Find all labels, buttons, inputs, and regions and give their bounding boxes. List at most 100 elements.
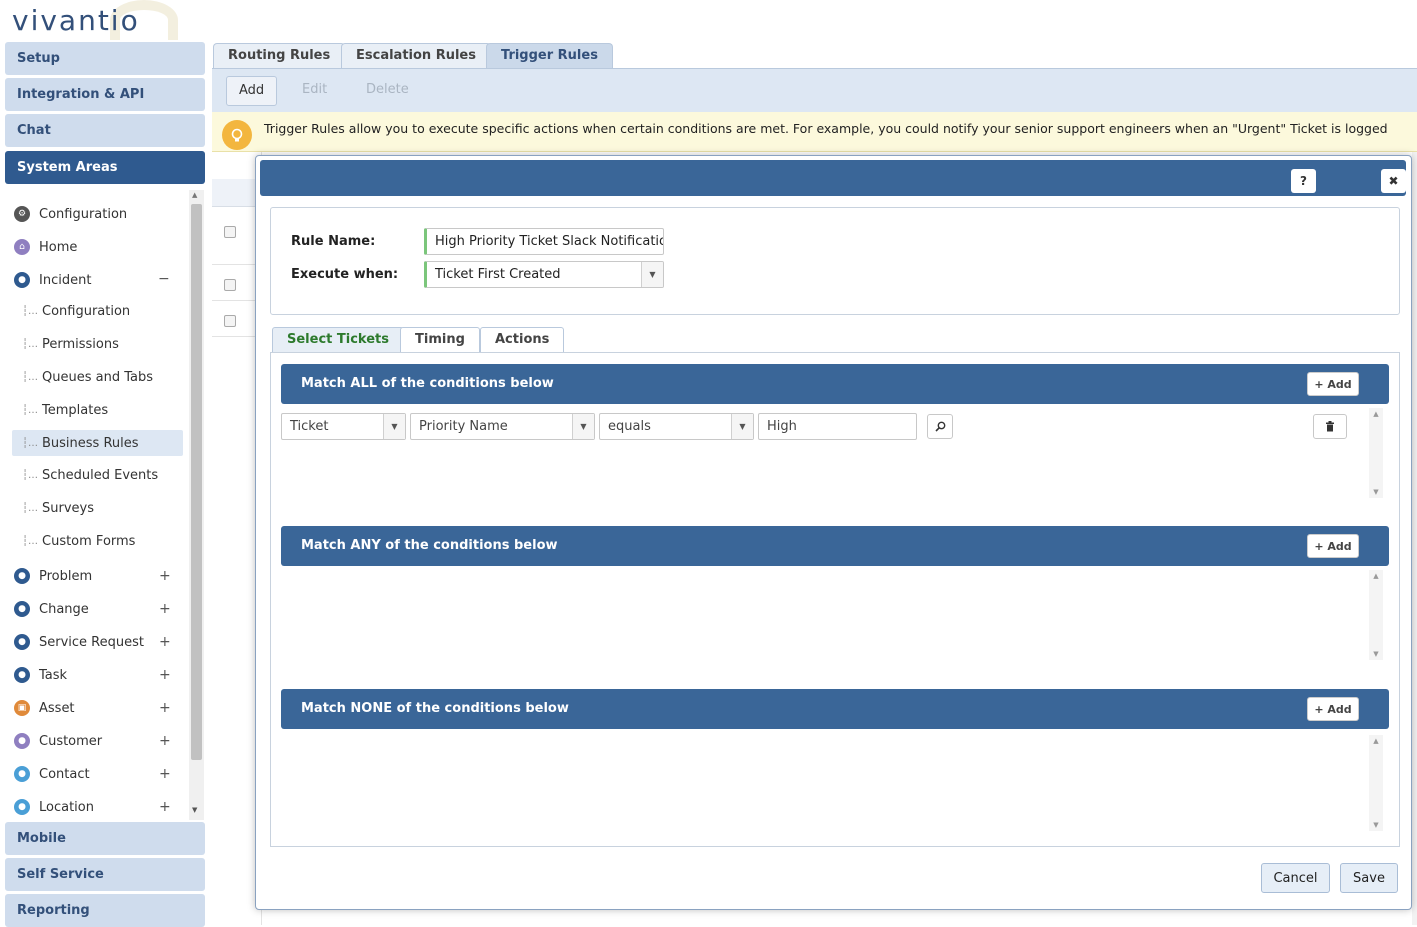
- tree-item-incident[interactable]: ● Incident: [14, 267, 174, 293]
- scroll-down-icon[interactable]: ▼: [192, 806, 197, 814]
- tree-item-home[interactable]: ⌂ Home: [14, 234, 77, 260]
- tab-select-tickets[interactable]: Select Tickets: [272, 327, 404, 353]
- add-all-condition-button[interactable]: + Add: [1307, 372, 1359, 396]
- nav-system-areas[interactable]: System Areas: [5, 151, 205, 184]
- rule-details: Rule Name: High Priority Ticket Slack No…: [270, 207, 1400, 315]
- nav-reporting[interactable]: Reporting: [5, 894, 205, 927]
- match-any-scrollbar[interactable]: ▲ ▼: [1369, 570, 1383, 660]
- match-none-scrollbar[interactable]: ▲ ▼: [1369, 735, 1383, 831]
- tree-item-asset[interactable]: ▣ Asset: [14, 695, 75, 721]
- right-edge: [1412, 152, 1417, 925]
- trigger-rule-dialog: ? ✖ Rule Name: High Priority Ticket Slac…: [255, 155, 1412, 910]
- info-banner: Trigger Rules allow you to execute speci…: [212, 112, 1417, 152]
- tree-item-surveys[interactable]: ┆… Surveys: [22, 495, 94, 521]
- home-icon: ⌂: [14, 239, 30, 255]
- tree-item-location[interactable]: ● Location: [14, 794, 94, 820]
- tree-item-task[interactable]: ● Task: [14, 662, 67, 688]
- scroll-down-icon[interactable]: ▼: [1369, 650, 1383, 658]
- execute-when-select[interactable]: Ticket First Created ▼: [424, 261, 664, 288]
- scroll-down-icon[interactable]: ▼: [1369, 821, 1383, 829]
- tree-item-configuration[interactable]: ⚙ Configuration: [14, 201, 127, 227]
- match-all-scrollbar[interactable]: ▲ ▼: [1369, 408, 1383, 498]
- condition-value-input[interactable]: High: [758, 413, 917, 440]
- cancel-button[interactable]: Cancel: [1261, 863, 1330, 893]
- tab-escalation-rules[interactable]: Escalation Rules: [341, 43, 491, 69]
- tree-connector-icon: ┆…: [22, 469, 39, 481]
- tree-item-incident-configuration[interactable]: ┆… Configuration: [22, 298, 130, 324]
- row-checkbox[interactable]: [224, 315, 236, 327]
- save-button[interactable]: Save: [1340, 863, 1398, 893]
- condition-operator-select[interactable]: equals ▼: [599, 413, 754, 440]
- chevron-down-icon[interactable]: ▼: [731, 414, 753, 439]
- add-any-condition-button[interactable]: + Add: [1307, 534, 1359, 558]
- asset-icon: ▣: [14, 700, 30, 716]
- add-none-condition-button[interactable]: + Add: [1307, 697, 1359, 721]
- scroll-down-icon[interactable]: ▼: [1369, 488, 1383, 496]
- tree-item-contact[interactable]: ● Contact: [14, 761, 90, 787]
- delete-button[interactable]: Delete: [354, 76, 421, 106]
- tree-item-custom-forms[interactable]: ┆… Custom Forms: [22, 528, 135, 554]
- nav-mobile[interactable]: Mobile: [5, 822, 205, 855]
- tree-item-change[interactable]: ● Change: [14, 596, 89, 622]
- collapse-incident-icon[interactable]: −: [158, 271, 170, 287]
- toolbar: Add Edit Delete: [212, 68, 1417, 112]
- chevron-down-icon[interactable]: ▼: [572, 414, 594, 439]
- expand-task-icon[interactable]: +: [159, 667, 171, 683]
- tree-item-problem[interactable]: ● Problem: [14, 563, 92, 589]
- nav-setup[interactable]: Setup: [5, 42, 205, 75]
- tree-connector-icon: ┆…: [22, 437, 39, 449]
- match-all-header: Match ALL of the conditions below + Add: [281, 364, 1389, 404]
- tab-timing[interactable]: Timing: [400, 327, 480, 353]
- edit-button[interactable]: Edit: [290, 76, 339, 106]
- nav-integration-api[interactable]: Integration & API: [5, 78, 205, 111]
- tree-connector-icon: ┆…: [22, 305, 39, 317]
- tab-trigger-rules[interactable]: Trigger Rules: [486, 43, 613, 69]
- expand-customer-icon[interactable]: +: [159, 733, 171, 749]
- rule-name-input[interactable]: High Priority Ticket Slack Notification: [424, 228, 664, 255]
- add-button[interactable]: Add: [226, 76, 278, 106]
- expand-asset-icon[interactable]: +: [159, 700, 171, 716]
- customer-icon: ●: [14, 733, 30, 749]
- scroll-up-icon[interactable]: ▲: [1369, 572, 1383, 580]
- gear-icon: ⚙: [14, 206, 30, 222]
- expand-problem-icon[interactable]: +: [159, 568, 171, 584]
- scroll-up-icon[interactable]: ▲: [192, 191, 197, 199]
- expand-change-icon[interactable]: +: [159, 601, 171, 617]
- nav-chat[interactable]: Chat: [5, 114, 205, 147]
- condition-entity-select[interactable]: Ticket ▼: [281, 413, 406, 440]
- expand-location-icon[interactable]: +: [159, 799, 171, 815]
- nav-self-service[interactable]: Self Service: [5, 858, 205, 891]
- chevron-down-icon[interactable]: ▼: [641, 262, 663, 287]
- tree-scrollbar-thumb[interactable]: [191, 204, 202, 760]
- tree-item-customer[interactable]: ● Customer: [14, 728, 102, 754]
- change-icon: ●: [14, 601, 30, 617]
- close-icon[interactable]: ✖: [1381, 169, 1406, 193]
- expand-contact-icon[interactable]: +: [159, 766, 171, 782]
- expand-service-request-icon[interactable]: +: [159, 634, 171, 650]
- tab-actions[interactable]: Actions: [480, 327, 565, 353]
- tree-item-business-rules[interactable]: ┆… Business Rules: [12, 430, 183, 456]
- tree-connector-icon: ┆…: [22, 338, 39, 350]
- match-all-body: Ticket ▼ Priority Name ▼ equals ▼ High ▲…: [281, 404, 1389, 508]
- tree-item-queues-and-tabs[interactable]: ┆… Queues and Tabs: [22, 364, 153, 390]
- tree-item-templates[interactable]: ┆… Templates: [22, 397, 108, 423]
- task-icon: ●: [14, 667, 30, 683]
- tab-routing-rules[interactable]: Routing Rules: [213, 43, 346, 69]
- trash-icon[interactable]: [1313, 414, 1347, 439]
- scroll-up-icon[interactable]: ▲: [1369, 737, 1383, 745]
- row-checkbox[interactable]: [224, 226, 236, 238]
- scroll-up-icon[interactable]: ▲: [1369, 410, 1383, 418]
- tree-connector-icon: ┆…: [22, 502, 39, 514]
- tree-item-scheduled-events[interactable]: ┆… Scheduled Events: [22, 462, 158, 488]
- help-button[interactable]: ?: [1291, 169, 1316, 193]
- tree-item-service-request[interactable]: ● Service Request: [14, 629, 144, 655]
- tree-item-permissions[interactable]: ┆… Permissions: [22, 331, 119, 357]
- chevron-down-icon[interactable]: ▼: [383, 414, 405, 439]
- execute-when-label: Execute when:: [291, 267, 399, 282]
- tree-connector-icon: ┆…: [22, 535, 39, 547]
- condition-field-select[interactable]: Priority Name ▼: [410, 413, 595, 440]
- lookup-search-icon[interactable]: [927, 414, 953, 439]
- row-checkbox[interactable]: [224, 279, 236, 291]
- match-any-body: ▲ ▼: [281, 566, 1389, 670]
- lightbulb-icon: [222, 120, 252, 150]
